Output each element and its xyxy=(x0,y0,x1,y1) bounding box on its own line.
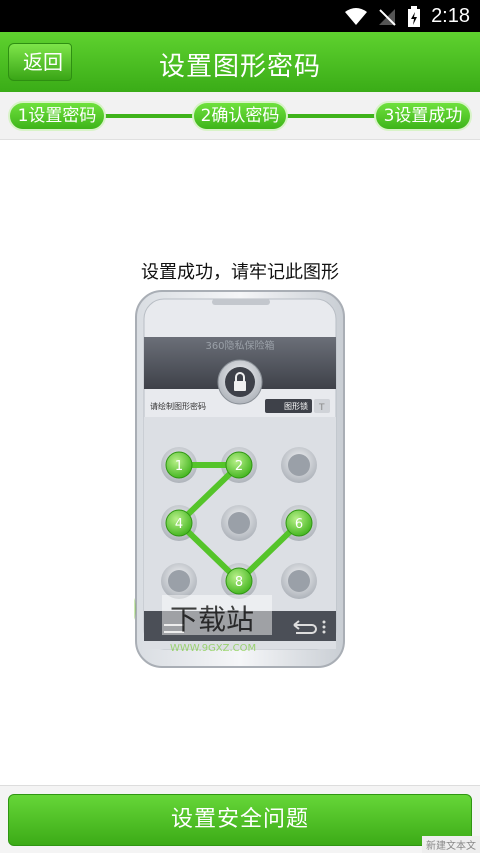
wifi-icon xyxy=(345,7,368,25)
page-title: 设置图形密码 xyxy=(158,52,321,82)
no-signal-icon xyxy=(379,8,396,26)
pattern-dot-6: 6 xyxy=(295,517,303,532)
set-security-question-button[interactable]: 设置安全问题 xyxy=(8,794,472,846)
footer: 设置安全问题 新建文本文 xyxy=(0,785,480,853)
pattern-dot-4: 4 xyxy=(175,517,183,532)
pattern-dot-8: 8 xyxy=(235,575,243,590)
corner-label: 新建文本文 xyxy=(422,836,480,853)
pattern-dot-2: 2 xyxy=(235,459,243,474)
battery-charging-icon xyxy=(408,5,421,27)
title-bar: 返回 设置图形密码 xyxy=(0,32,480,92)
status-bar: 2:18 xyxy=(0,0,480,32)
step-3: 3设置成功 xyxy=(374,101,472,131)
phone-text-mode: T xyxy=(318,403,325,413)
step-connector xyxy=(104,114,194,118)
step-1: 1设置密码 xyxy=(8,101,106,131)
pattern-dot-1: 1 xyxy=(175,459,183,474)
step-progress: 1设置密码 2确认密码 3设置成功 xyxy=(0,92,480,140)
phone-app-name: 360隐私保险箱 xyxy=(205,339,274,352)
status-icons: 2:18 xyxy=(345,5,470,28)
phone-mode-label: 图形锁 xyxy=(284,401,308,411)
svg-text:9: 9 xyxy=(134,579,140,642)
phone-prompt: 请绘制图形密码 xyxy=(150,401,206,411)
status-time: 2:18 xyxy=(431,5,470,27)
success-instruction: 设置成功，请牢记此图形 xyxy=(141,262,339,283)
pattern-example-image: 360隐私保险箱 请绘制图形密码 图形锁 T 1 2 4 6 8 下载站 WWW… xyxy=(102,289,346,669)
watermark-text: 下载站 xyxy=(170,603,254,636)
step-2: 2确认密码 xyxy=(192,101,288,131)
watermark-url: WWW.9GXZ.COM xyxy=(170,643,256,654)
step-connector xyxy=(286,114,376,118)
